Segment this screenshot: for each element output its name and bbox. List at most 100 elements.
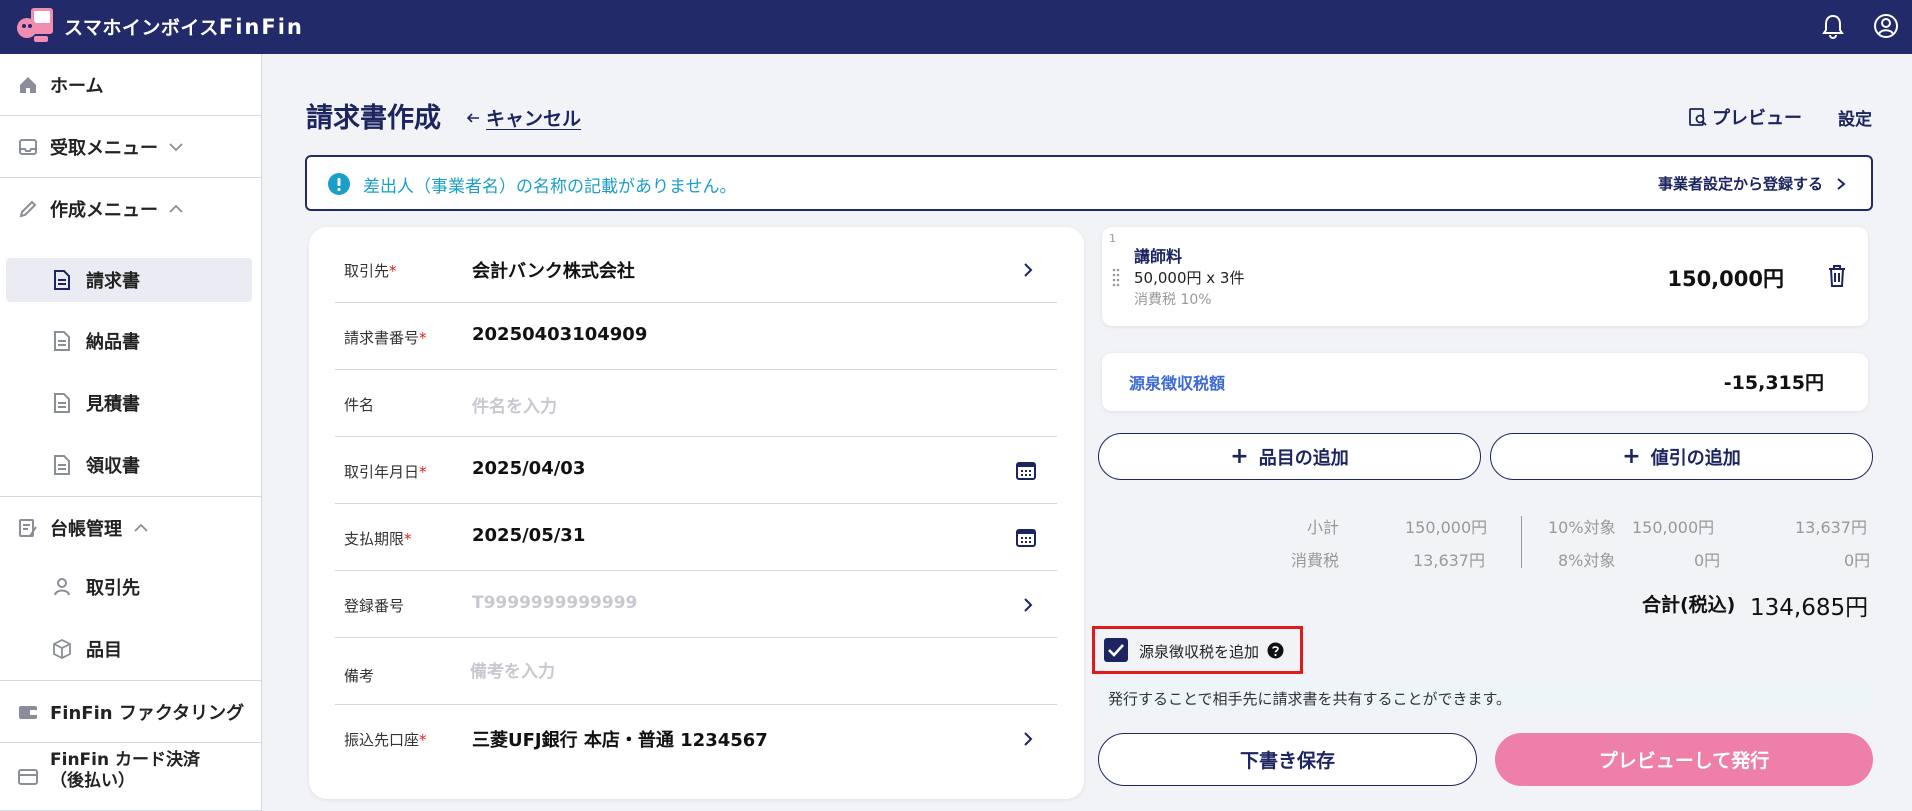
sidebar-item-estimate[interactable]: 見積書 — [6, 381, 252, 425]
add-discount-button[interactable]: + 値引の追加 — [1490, 433, 1873, 480]
info-message: 発行することで相手先に請求書を共有することができます。 — [1100, 679, 1874, 715]
sidebar: ホーム 受取メニュー 作成メニュー 請求書 納品書 見積書 領収書 台帳管理 取… — [0, 54, 262, 811]
document-icon — [54, 393, 70, 413]
sidebar-item-label: 台帳管理 — [50, 519, 122, 540]
alert-banner: 差出人（事業者名）の名称の記載がありません。 事業者設定から登録する — [305, 155, 1873, 211]
pencil-icon — [19, 200, 37, 218]
registration-number-field[interactable]: 登録番号 T9999999999999 — [335, 571, 1057, 638]
subtotal-label: 小計 — [1307, 518, 1340, 537]
invoice-form: 取引先* 会計バンク株式会社 請求書番号* 20250403104909 件名 … — [309, 227, 1084, 799]
withholding-checkbox[interactable] — [1104, 638, 1128, 662]
registration-number-input[interactable]: T9999999999999 — [472, 593, 637, 613]
withholding-checkbox-highlight: 源泉徴収税を追加 — [1092, 626, 1303, 674]
sidebar-item-factoring[interactable]: FinFin ファクタリング — [0, 681, 262, 743]
subject-input[interactable]: 件名を入力 — [472, 392, 557, 417]
rate10-label: 10%対象 — [1548, 518, 1616, 537]
business-settings-link[interactable]: 事業者設定から登録する — [1658, 173, 1847, 194]
app-logo[interactable]: スマホインボイスFinFin — [14, 4, 304, 48]
help-icon[interactable] — [1267, 642, 1284, 659]
rate10-tax: 13,637円 — [1795, 518, 1867, 537]
calendar-icon[interactable] — [1015, 527, 1037, 549]
rate8-label: 8%対象 — [1558, 551, 1616, 570]
transaction-date-value: 2025/04/03 — [472, 458, 586, 479]
sidebar-item-ledger[interactable]: 台帳管理 — [0, 497, 262, 559]
line-item-card[interactable]: 1 講師料 50,000円 x 3件 消費税 10% 150,000円 — [1102, 227, 1868, 326]
line-item-amount: 150,000円 — [1667, 267, 1784, 291]
info-icon — [328, 173, 350, 195]
subject-field[interactable]: 件名 件名を入力 — [335, 370, 1057, 437]
account-icon[interactable] — [1871, 11, 1901, 41]
calendar-icon[interactable] — [1015, 460, 1037, 482]
sidebar-item-label: FinFin カード決済 （後払い） — [50, 750, 201, 791]
sidebar-item-label: 見積書 — [86, 394, 140, 415]
top-bar: スマホインボイスFinFin — [0, 0, 1912, 54]
rate10-base: 150,000円 — [1632, 518, 1715, 537]
notes-input[interactable]: 備考を入力 — [470, 657, 555, 682]
chevron-up-icon — [134, 523, 148, 532]
plus-icon: + — [1622, 444, 1641, 469]
document-icon — [54, 331, 70, 351]
line-item-index: 1 — [1109, 232, 1116, 245]
client-field[interactable]: 取引先* 会計バンク株式会社 — [335, 236, 1057, 303]
line-item-tax: 消費税 10% — [1134, 292, 1212, 308]
sidebar-item-card-payment[interactable]: FinFin カード決済 （後払い） — [0, 743, 262, 811]
arrow-left-icon — [466, 112, 479, 123]
sidebar-item-invoice[interactable]: 請求書 — [6, 258, 252, 302]
chevron-right-icon — [1024, 732, 1033, 746]
tax-label: 消費税 — [1291, 551, 1340, 570]
sidebar-item-label: 品目 — [86, 640, 122, 661]
subtotal-value: 150,000円 — [1405, 518, 1488, 537]
transaction-date-field[interactable]: 取引年月日* 2025/04/03 — [335, 437, 1057, 504]
chevron-right-icon — [1024, 263, 1033, 277]
add-item-button[interactable]: + 品目の追加 — [1098, 433, 1481, 480]
chevron-right-icon — [1837, 177, 1846, 190]
tax-value: 13,637円 — [1413, 551, 1485, 570]
sidebar-item-clients[interactable]: 取引先 — [6, 565, 252, 609]
settings-link[interactable]: 設定 — [1838, 105, 1872, 130]
sidebar-item-label: 領収書 — [86, 456, 140, 477]
document-icon — [54, 455, 70, 475]
sidebar-item-products[interactable]: 品目 — [6, 627, 252, 671]
drag-handle-icon[interactable] — [1112, 267, 1120, 287]
sidebar-item-receipt[interactable]: 領収書 — [6, 443, 252, 487]
notes-field[interactable]: 備考 備考を入力 — [335, 638, 1057, 705]
withholding-checkbox-label[interactable]: 源泉徴収税を追加 — [1139, 641, 1259, 662]
home-icon — [20, 76, 36, 93]
cancel-link[interactable]: キャンセル — [466, 104, 581, 131]
plus-icon: + — [1230, 444, 1249, 469]
line-item-quantity: 50,000円 x 3件 — [1134, 269, 1245, 287]
inbox-icon — [19, 138, 37, 155]
total-label: 合計(税込) — [1642, 594, 1736, 616]
bank-account-field[interactable]: 振込先口座* 三菱UFJ銀行 本店・普通 1234567 — [335, 705, 1057, 772]
invoice-number-value: 20250403104909 — [472, 324, 648, 345]
total-value: 134,685円 — [1750, 595, 1869, 621]
due-date-field[interactable]: 支払期限* 2025/05/31 — [335, 504, 1057, 571]
invoice-number-field[interactable]: 請求書番号* 20250403104909 — [335, 303, 1057, 370]
withholding-tax-label: 源泉徴収税額 — [1129, 374, 1226, 393]
trash-icon[interactable] — [1826, 264, 1848, 288]
sidebar-item-label: 請求書 — [86, 271, 140, 292]
sidebar-item-create-menu[interactable]: 作成メニュー — [0, 178, 262, 240]
sidebar-item-delivery-note[interactable]: 納品書 — [6, 319, 252, 363]
preview-and-issue-button[interactable]: プレビューして発行 — [1495, 733, 1873, 786]
client-value: 会計バンク株式会社 — [472, 261, 635, 282]
chevron-right-icon — [1024, 598, 1033, 612]
chevron-down-icon — [169, 142, 183, 151]
sidebar-item-label: ホーム — [50, 75, 104, 97]
sidebar-item-receive-menu[interactable]: 受取メニュー — [0, 116, 262, 178]
sidebar-item-home[interactable]: ホーム — [0, 54, 262, 116]
sidebar-item-label: 取引先 — [86, 578, 140, 599]
wallet-icon — [19, 705, 37, 719]
withholding-tax-amount: -15,315円 — [1723, 372, 1824, 394]
person-icon — [54, 578, 70, 596]
bell-icon[interactable] — [1818, 11, 1848, 41]
sidebar-item-label: FinFin ファクタリング — [50, 702, 245, 724]
rate8-tax: 0円 — [1844, 551, 1871, 570]
due-date-value: 2025/05/31 — [472, 525, 586, 546]
preview-icon — [1689, 108, 1707, 126]
preview-link[interactable]: プレビュー — [1688, 104, 1802, 130]
save-draft-button[interactable]: 下書き保存 — [1098, 733, 1477, 786]
sidebar-item-label: 納品書 — [86, 332, 140, 353]
summary-divider — [1521, 516, 1522, 568]
sidebar-item-label: 作成メニュー — [50, 200, 158, 221]
